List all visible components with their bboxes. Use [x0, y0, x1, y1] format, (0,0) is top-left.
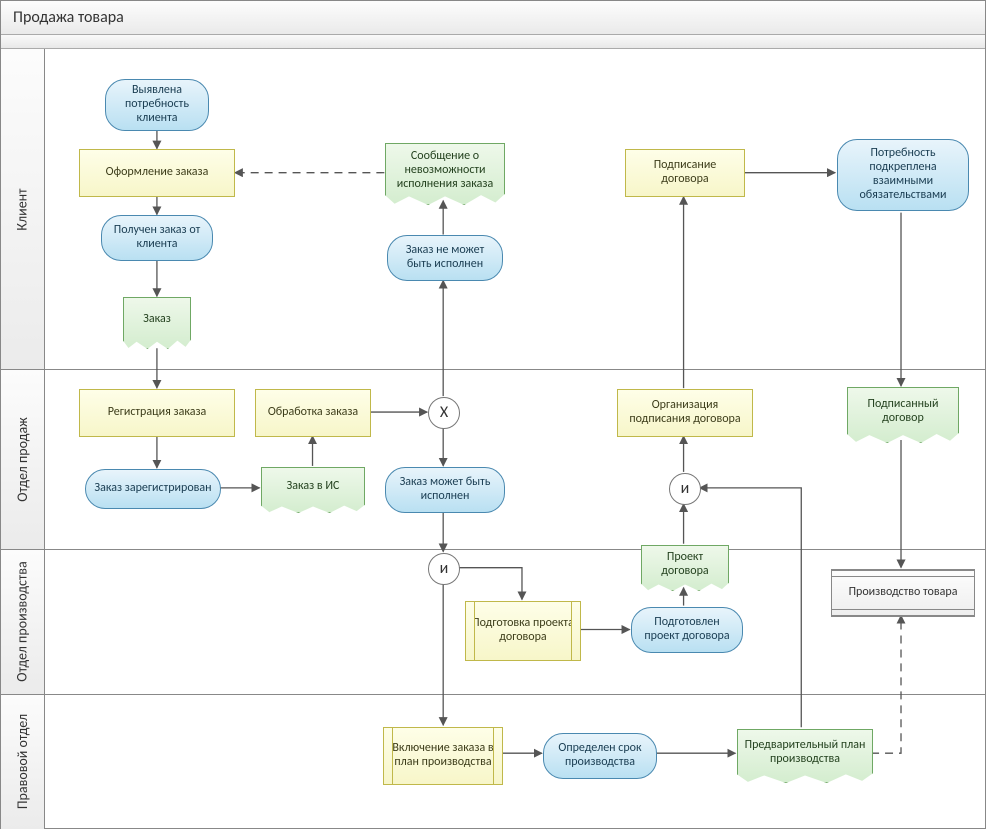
event-term-set: Определен срок производства	[543, 733, 657, 779]
activity-sign-contract: Подписание договора	[625, 149, 745, 197]
activity-order-form: Оформление заказа	[79, 149, 235, 197]
event-cannot-execute: Заказ не может быть исполнен	[387, 235, 503, 281]
gateway-xor: X	[428, 397, 460, 429]
activity-register-order: Регистрация заказа	[79, 389, 235, 437]
lane-label-client: Клиент	[1, 49, 45, 369]
activity-process-order: Обработка заказа	[255, 389, 371, 437]
event-need-confirmed: Потребность подкреплена взаимными обязат…	[837, 139, 969, 211]
lane-label-legal: Правовой отдел	[1, 694, 45, 829]
gateway-and-1: и	[428, 553, 460, 585]
activity-organize-signing: Организация подписания договора	[617, 389, 753, 437]
sub-bar	[1, 35, 985, 49]
title-text: Продажа товара	[13, 8, 124, 27]
doc-signed-contract: Подписанный договор	[847, 387, 959, 443]
event-draft-prepared: Подготовлен проект договора	[631, 607, 743, 653]
gateway-and-2: и	[669, 473, 701, 505]
diagram-title: Продажа товара	[1, 1, 985, 35]
event-need-identified: Выявлена потребность клиента	[105, 79, 209, 131]
doc-msg-impossible: Сообщение о невозможности исполнения зак…	[385, 143, 505, 205]
doc-order-in-is: Заказ в ИС	[261, 467, 365, 513]
activity-prepare-draft: Подготовка проекта договора	[465, 601, 581, 661]
process-production: Производство товара	[831, 569, 975, 617]
doc-order: Заказ	[123, 297, 191, 349]
event-can-execute: Заказ может быть исполнен	[385, 467, 505, 513]
lane-label-production: Отдел производства	[1, 549, 45, 694]
activity-include-in-plan: Включение заказа в план производства	[383, 727, 503, 785]
lane-label-sales: Отдел продаж	[1, 369, 45, 549]
event-order-received: Получен заказ от клиента	[101, 215, 213, 261]
doc-contract-draft: Проект договора	[641, 545, 729, 591]
diagram-frame: Продажа товара Клиент Отдел продаж Отдел…	[0, 0, 986, 829]
event-order-registered: Заказ зарегистрирован	[85, 469, 221, 509]
diagram-canvas: Выявлена потребность клиента Оформление …	[45, 49, 985, 828]
doc-pre-plan: Предварительный план производства	[737, 729, 873, 783]
swimlanes: Клиент Отдел продаж Отдел производства П…	[1, 49, 985, 828]
